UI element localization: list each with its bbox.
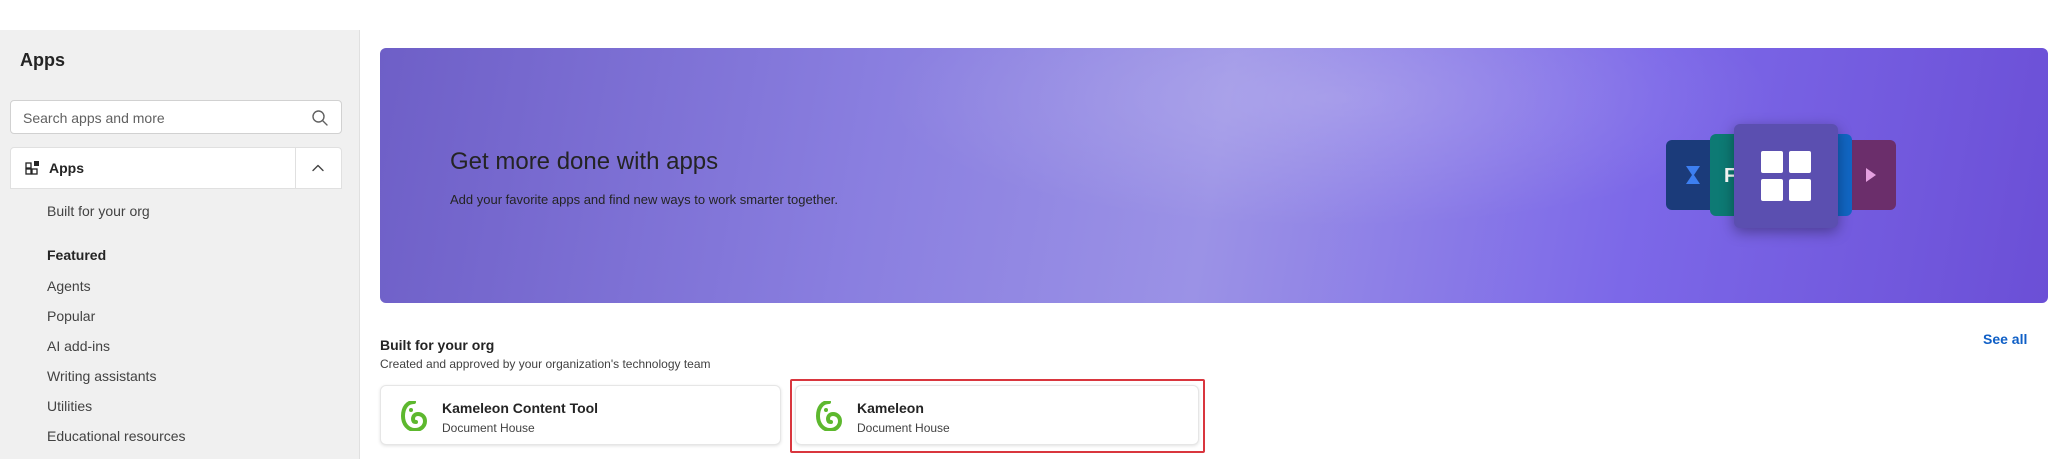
hero-title: Get more done with apps <box>450 148 719 175</box>
apps-sidebar: Apps Apps Built for your org Featured Ag… <box>0 30 360 459</box>
chevron-up-icon <box>312 164 324 172</box>
sidebar-heading-featured: Featured <box>47 247 107 263</box>
app-card-kameleon-content-tool[interactable]: Kameleon Content Tool Document House <box>380 385 781 445</box>
sidebar-item-educational-resources[interactable]: Educational resources <box>47 428 186 444</box>
search-input[interactable] <box>23 108 303 128</box>
sidebar-item-built-for-your-org[interactable]: Built for your org <box>47 203 150 219</box>
top-bar <box>0 0 2048 30</box>
collapse-button[interactable] <box>295 148 341 188</box>
hero-banner: Get more done with apps Add your favorit… <box>380 48 2048 303</box>
hero-subtitle: Add your favorite apps and find new ways… <box>450 192 839 207</box>
hero-glow <box>880 48 1780 228</box>
app-card-kameleon[interactable]: Kameleon Document House <box>795 385 1199 445</box>
app-card-name: Kameleon <box>857 400 924 416</box>
sidebar-item-ai-add-ins[interactable]: AI add-ins <box>47 338 110 354</box>
search-box[interactable] <box>10 100 342 134</box>
kameleon-logo-icon <box>401 401 427 431</box>
main-content: Get more done with apps Add your favorit… <box>361 30 2048 459</box>
app-card-name: Kameleon Content Tool <box>442 400 599 416</box>
search-icon[interactable] <box>311 109 329 127</box>
app-card-publisher: Document House <box>442 421 535 435</box>
sidebar-item-agents[interactable]: Agents <box>47 278 91 294</box>
apps-grid-icon <box>1734 124 1838 228</box>
sidebar-item-popular[interactable]: Popular <box>47 308 95 324</box>
section-title: Built for your org <box>380 337 495 353</box>
see-all-link[interactable]: See all <box>1983 331 2027 347</box>
sidebar-title: Apps <box>20 50 65 70</box>
apps-section-label: Apps <box>49 160 84 176</box>
apps-section-header[interactable]: Apps <box>10 147 342 189</box>
app-card-publisher: Document House <box>857 421 950 435</box>
apps-icon <box>25 161 39 175</box>
section-subtitle: Created and approved by your organizatio… <box>380 357 711 371</box>
kameleon-logo-icon <box>816 401 842 431</box>
sidebar-item-utilities[interactable]: Utilities <box>47 398 92 414</box>
sidebar-item-writing-assistants[interactable]: Writing assistants <box>47 368 156 384</box>
